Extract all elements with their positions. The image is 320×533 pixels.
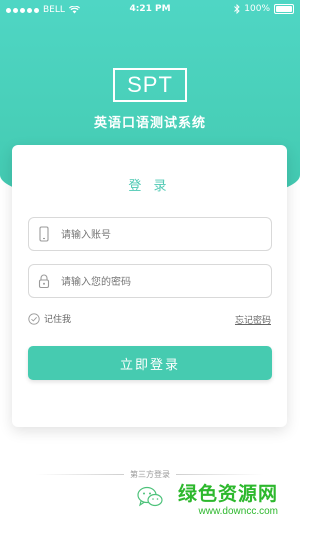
password-field[interactable] (28, 264, 272, 299)
watermark: 绿色资源网 www.downcc.com (178, 483, 278, 519)
divider-line-left (36, 473, 124, 475)
divider-line-right (176, 473, 264, 475)
battery-percent: 100% (244, 4, 270, 14)
battery-icon (274, 4, 294, 14)
remember-label: 记住我 (44, 315, 72, 325)
app-logo: SPT (113, 68, 187, 102)
third-party-label: 第三方登录 (130, 469, 170, 479)
watermark-title: 绿色资源网 (177, 483, 278, 505)
account-field[interactable] (28, 217, 272, 252)
status-right: 100% (234, 4, 294, 14)
login-card: 登 录 记住我 忘记密码 立即登录 (12, 145, 287, 427)
remember-me[interactable]: 记住我 (28, 312, 71, 325)
status-bar: BELL 4:21 PM 100% (0, 0, 300, 20)
account-input[interactable] (59, 218, 263, 252)
phone-icon (39, 226, 49, 242)
wechat-icon[interactable] (136, 486, 164, 508)
password-input[interactable] (59, 265, 263, 299)
forgot-password-link[interactable]: 忘记密码 (235, 313, 271, 326)
lock-icon (38, 274, 50, 289)
login-button[interactable]: 立即登录 (28, 346, 272, 380)
third-party-divider: 第三方登录 (0, 467, 300, 481)
bluetooth-icon (234, 4, 240, 14)
app-title: 英语口语测试系统 (93, 116, 206, 131)
check-circle-icon[interactable] (28, 312, 40, 325)
login-title: 登 录 (128, 179, 171, 194)
watermark-url: www.downcc.com (198, 506, 278, 517)
